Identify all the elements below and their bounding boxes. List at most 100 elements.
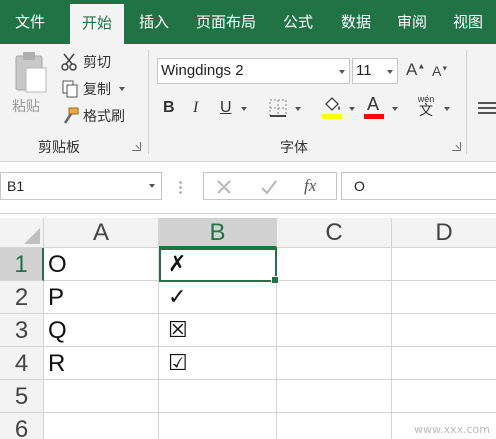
row-header-4[interactable]: 4 [0, 347, 44, 380]
name-box-dropdown-arrow[interactable] [149, 184, 155, 188]
fill-color-swatch [322, 114, 342, 119]
font-name-box[interactable]: Wingdings 2 [157, 58, 350, 84]
font-color-button[interactable]: A [364, 94, 386, 120]
fill-color-button[interactable] [322, 96, 344, 120]
cell-b5[interactable] [159, 380, 277, 413]
copy-button[interactable]: 复制 [60, 79, 125, 99]
cut-label: 剪切 [83, 55, 111, 71]
borders-button[interactable] [268, 98, 288, 118]
cell-b4[interactable]: ☑ [159, 347, 277, 380]
shrink-font-button[interactable]: A▼ [432, 63, 448, 79]
row-header-2[interactable]: 2 [0, 281, 44, 314]
select-all-button[interactable] [0, 218, 44, 248]
tab-formulas[interactable]: 公式 [274, 0, 322, 44]
cell-a4[interactable]: R [44, 347, 159, 380]
underline-dropdown-arrow[interactable] [241, 107, 247, 111]
cell-a3[interactable]: Q [44, 314, 159, 347]
copy-label: 复制 [83, 82, 111, 98]
format-painter-label: 格式刷 [83, 109, 125, 125]
shrink-font-icon: A [432, 63, 442, 79]
watermark: www.xxx.com [414, 423, 490, 436]
tab-data[interactable]: 数据 [332, 0, 380, 44]
cell-b3[interactable]: ☒ [159, 314, 277, 347]
cell-d3[interactable] [392, 314, 496, 347]
font-color-swatch [364, 114, 384, 119]
font-dialog-launcher[interactable] [452, 142, 461, 151]
name-box-value: B1 [7, 178, 25, 194]
cell-a2[interactable]: P [44, 281, 159, 314]
row-header-3[interactable]: 3 [0, 314, 44, 347]
tab-insert[interactable]: 插入 [130, 0, 178, 44]
column-header-b[interactable]: B [159, 218, 277, 248]
formula-bar-grip[interactable] [179, 180, 182, 194]
insert-function-button[interactable]: fx [304, 176, 316, 196]
phonetic-guide-char: 文 [419, 103, 433, 119]
phonetic-guide-button[interactable]: wén 文 [414, 94, 438, 122]
font-color-dropdown-arrow[interactable] [392, 107, 398, 111]
cell-d2[interactable] [392, 281, 496, 314]
worksheet-grid[interactable]: A B C D 1 O ✗ 2 P ✓ 3 Q ☒ 4 R ☑ 5 6 www.… [0, 214, 496, 439]
cell-c6[interactable] [277, 413, 392, 439]
copy-dropdown-arrow[interactable] [119, 87, 125, 91]
italic-button[interactable]: I [193, 99, 198, 117]
cell-b6[interactable] [159, 413, 277, 439]
cell-d4[interactable] [392, 347, 496, 380]
row-header-1[interactable]: 1 [0, 248, 44, 281]
font-size-box[interactable]: 11 [352, 58, 398, 84]
cell-a5[interactable] [44, 380, 159, 413]
font-name-dropdown-arrow[interactable] [339, 70, 345, 74]
cell-b2[interactable]: ✓ [159, 281, 277, 314]
grow-font-button[interactable]: A▲ [406, 60, 425, 80]
phonetic-dropdown-arrow[interactable] [444, 107, 450, 111]
ribbon: 粘贴 剪切 复制 格式刷 剪贴板 Wingdings 2 11 A▲ A▼ B … [0, 44, 496, 162]
cell-a1[interactable]: O [44, 248, 159, 281]
cancel-icon[interactable] [216, 179, 232, 195]
paste-icon [15, 52, 47, 93]
tab-file[interactable]: 文件 [0, 0, 60, 44]
underline-button[interactable]: U [220, 99, 232, 117]
ribbon-separator [148, 50, 149, 154]
clipboard-dialog-launcher[interactable] [132, 142, 141, 151]
font-size-value: 11 [356, 62, 372, 79]
cell-c5[interactable] [277, 380, 392, 413]
ribbon-separator [466, 50, 467, 154]
formula-input[interactable]: O [341, 172, 496, 200]
row-header-6[interactable]: 6 [0, 413, 44, 439]
cell-c3[interactable] [277, 314, 392, 347]
paste-label: 粘贴 [12, 99, 40, 115]
column-header-c[interactable]: C [277, 218, 392, 248]
cell-c1[interactable] [277, 248, 392, 281]
paint-bucket-icon [325, 97, 340, 111]
font-size-dropdown-arrow[interactable] [387, 70, 393, 74]
cut-button[interactable]: 剪切 [60, 52, 111, 72]
borders-dropdown-arrow[interactable] [295, 107, 301, 111]
column-header-a[interactable]: A [44, 218, 159, 248]
font-group-label: 字体 [280, 140, 308, 156]
cell-b1[interactable]: ✗ [159, 248, 277, 281]
cell-a6[interactable] [44, 413, 159, 439]
format-painter-icon [60, 106, 80, 126]
cell-d5[interactable] [392, 380, 496, 413]
tab-review[interactable]: 审阅 [388, 0, 436, 44]
cell-c4[interactable] [277, 347, 392, 380]
tab-page-layout[interactable]: 页面布局 [188, 0, 264, 44]
clipboard-group-label: 剪贴板 [38, 140, 80, 156]
enter-checkmark-icon[interactable] [260, 179, 278, 195]
cell-d1[interactable] [392, 248, 496, 281]
cell-c2[interactable] [277, 281, 392, 314]
grow-font-icon: A [406, 60, 418, 79]
copy-icon [60, 79, 80, 99]
align-icon[interactable] [478, 102, 496, 114]
tab-view[interactable]: 视图 [444, 0, 492, 44]
paste-button[interactable]: 粘贴 [8, 50, 52, 120]
fill-color-dropdown-arrow[interactable] [349, 107, 355, 111]
ribbon-tab-bar: 文件 开始 插入 页面布局 公式 数据 审阅 视图 [0, 0, 496, 44]
font-color-icon: A [367, 94, 380, 114]
formula-buttons: fx [203, 172, 337, 200]
row-header-5[interactable]: 5 [0, 380, 44, 413]
column-header-d[interactable]: D [392, 218, 496, 248]
format-painter-button[interactable]: 格式刷 [60, 106, 125, 126]
name-box[interactable]: B1 [0, 172, 162, 200]
tab-home[interactable]: 开始 [70, 4, 124, 44]
bold-button[interactable]: B [163, 99, 175, 117]
